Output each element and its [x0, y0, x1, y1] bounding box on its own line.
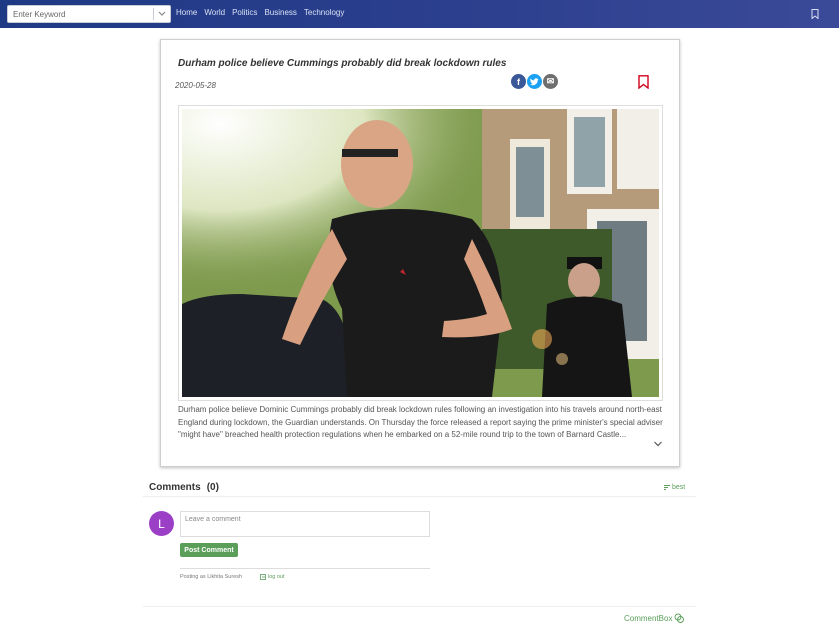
- email-share-icon[interactable]: ✉: [543, 74, 558, 89]
- article-title[interactable]: Durham police believe Cummings probably …: [178, 58, 506, 69]
- post-comment-button[interactable]: Post Comment: [180, 543, 238, 557]
- logout-link[interactable]: log out: [260, 574, 285, 580]
- expand-chevron-icon[interactable]: [653, 440, 663, 448]
- sort-label: best: [672, 484, 686, 491]
- logout-icon: [260, 574, 266, 580]
- bookmark-icon[interactable]: [811, 9, 819, 19]
- article-photo[interactable]: [182, 109, 659, 397]
- comments-title: Comments: [149, 482, 201, 493]
- comments-heading: Comments (0): [149, 482, 219, 493]
- article-photo-illustration: [182, 109, 659, 397]
- share-buttons: f ✉: [511, 74, 558, 89]
- posting-as-text: Posting as Likhita Suresh: [180, 574, 243, 580]
- article-card: Durham police believe Cummings probably …: [160, 39, 680, 467]
- main-nav: Home World Politics Business Technology: [176, 8, 344, 17]
- divider: [143, 606, 696, 607]
- logout-label: log out: [268, 574, 285, 580]
- divider: [143, 496, 696, 497]
- nav-home[interactable]: Home: [176, 8, 197, 17]
- search-input[interactable]: [8, 6, 153, 22]
- article-image-frame: [178, 105, 663, 401]
- article-summary: Durham police believe Dominic Cummings p…: [178, 405, 663, 439]
- nav-technology[interactable]: Technology: [304, 8, 344, 17]
- article-date: 2020-05-28: [175, 81, 216, 90]
- commentbox-logo-icon: [675, 613, 685, 623]
- nav-politics[interactable]: Politics: [232, 8, 257, 17]
- facebook-share-icon[interactable]: f: [511, 74, 526, 89]
- chevron-down-icon[interactable]: [154, 6, 170, 22]
- brand-label: CommentBox: [624, 613, 673, 623]
- nav-world[interactable]: World: [204, 8, 225, 17]
- bookmark-icon[interactable]: [638, 75, 649, 89]
- nav-business[interactable]: Business: [264, 8, 296, 17]
- sort-icon: [664, 485, 670, 490]
- twitter-share-icon[interactable]: [527, 74, 542, 89]
- top-navigation-bar: Home World Politics Business Technology: [0, 0, 839, 28]
- comment-input[interactable]: [180, 511, 430, 537]
- sort-toggle[interactable]: best: [664, 484, 685, 491]
- search-box: [7, 5, 171, 23]
- divider: [180, 568, 430, 569]
- comments-count: (0): [206, 482, 219, 493]
- commentbox-brand[interactable]: CommentBox: [624, 613, 685, 623]
- avatar: L: [149, 511, 174, 536]
